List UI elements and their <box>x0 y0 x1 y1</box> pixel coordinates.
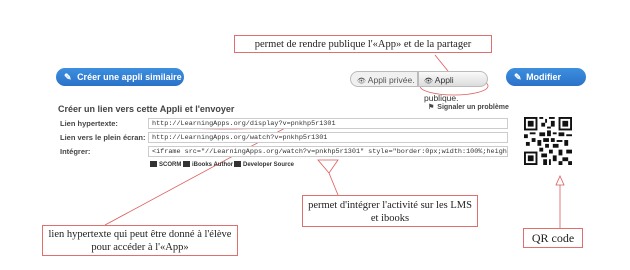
package-icon <box>150 161 157 167</box>
create-similar-label: Créer une appli similaire <box>77 72 182 82</box>
callout-hyperlink-text: lien hypertexte qui peut être donné à l'… <box>48 229 232 253</box>
row-label-hyperlink: Lien hypertexte: <box>60 119 118 128</box>
book-icon <box>183 161 190 167</box>
annotation-arrow-qr <box>555 175 565 186</box>
ibooks-label: iBooks Author <box>192 162 234 168</box>
fullscreen-link-field[interactable]: http://LearningApps.org/watch?v=pnkhp5r1… <box>148 132 508 143</box>
eye-icon: 👁 <box>357 78 366 85</box>
callout-hyperlink: lien hypertexte qui peut être donné à l'… <box>42 225 238 256</box>
developer-source-label: Developer Source <box>243 162 295 168</box>
panel-title: Créer un lien vers cette Appli et l'envo… <box>58 104 235 114</box>
eye-icon: 👁 <box>424 78 433 85</box>
edit-icon: ✎ <box>64 72 72 82</box>
private-label: Appli privée. <box>367 75 415 85</box>
flag-icon: ⚑ <box>428 104 435 111</box>
create-similar-button[interactable]: ✎ Créer une appli similaire ▾ <box>56 68 184 100</box>
report-label: Signaler un problème <box>437 104 509 111</box>
callout-qr: QR code <box>523 228 583 248</box>
code-icon <box>234 161 241 167</box>
row-label-fullscreen: Lien vers le plein écran: <box>60 133 146 142</box>
scorm-label: SCORM <box>159 162 182 168</box>
qr-code <box>524 117 572 165</box>
public-toggle[interactable]: 👁 Appli publique. <box>418 71 488 103</box>
modify-app-button[interactable]: ✎ Modifier l'Appli <box>506 68 586 100</box>
callout-share-text: permet de rendre publique l'«App» et de … <box>254 39 472 50</box>
callout-embed: permet d'intégrer l'activité sur les LMS… <box>302 195 478 227</box>
private-toggle[interactable]: 👁 Appli privée. <box>350 71 418 87</box>
annotation-arrow-middle <box>317 159 339 174</box>
hyperlink-field[interactable]: http://LearningApps.org/display?v=pnkhp5… <box>148 118 508 129</box>
chevron-down-icon: ▾ <box>70 90 75 100</box>
embed-code-field[interactable]: <iframe src="//LearningApps.org/watch?v=… <box>148 146 508 157</box>
developer-source-export[interactable]: Developer Source <box>234 161 294 168</box>
callout-embed-text: permet d'intégrer l'activité sur les LMS… <box>308 200 472 224</box>
scorm-export[interactable]: SCORM <box>150 161 181 168</box>
callout-share: permet de rendre publique l'«App» et de … <box>234 35 492 53</box>
row-label-embed: Intégrer: <box>60 147 91 156</box>
pencil-icon: ✎ <box>514 72 522 82</box>
report-problem-link[interactable]: ⚑ Signaler un problème <box>428 103 509 111</box>
ibooks-export[interactable]: iBooks Author <box>183 161 233 168</box>
callout-qr-text: QR code <box>531 231 575 245</box>
annotation-line-middle <box>328 172 339 196</box>
